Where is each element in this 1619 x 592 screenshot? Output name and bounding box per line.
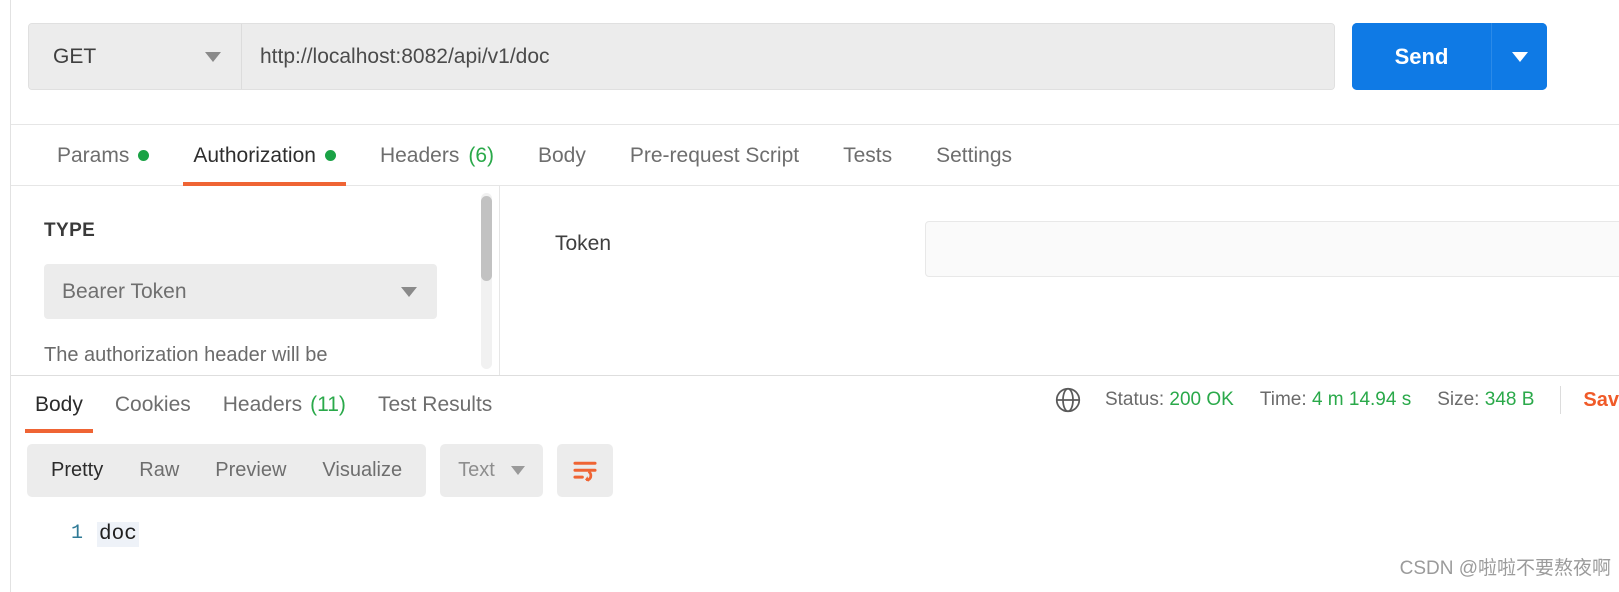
view-mode-pretty[interactable]: Pretty	[33, 444, 121, 497]
url-group: GET http://localhost:8082/api/v1/doc	[28, 23, 1335, 90]
response-body-code[interactable]: 1 doc	[11, 516, 1619, 592]
save-response-button[interactable]: Sav	[1583, 389, 1619, 412]
tab-label: Body	[538, 143, 586, 167]
token-label: Token	[555, 232, 612, 255]
http-method-select[interactable]: GET	[29, 24, 242, 89]
tab-pre-request-script[interactable]: Pre-request Script	[608, 125, 821, 186]
time-badge[interactable]: Time: 4 m 14.94 s	[1260, 389, 1411, 411]
wrap-text-icon	[573, 461, 597, 482]
auth-type-value: Bearer Token	[62, 279, 187, 303]
url-input[interactable]: http://localhost:8082/api/v1/doc	[242, 24, 1334, 89]
left-gutter	[0, 0, 11, 592]
postman-window: GET http://localhost:8082/api/v1/doc Sen…	[0, 0, 1619, 592]
tab-settings[interactable]: Settings	[914, 125, 1034, 186]
divider	[1560, 386, 1562, 414]
code-line-text: doc	[97, 522, 139, 547]
tab-label: Cookies	[114, 392, 191, 416]
tab-count: (6)	[468, 143, 494, 167]
response-body-toolbar: Pretty Raw Preview Visualize Text	[27, 444, 613, 497]
response-tab-cookies[interactable]: Cookies	[99, 376, 207, 433]
size-badge[interactable]: Size: 348 B	[1437, 389, 1534, 411]
authorization-panel: TYPE Bearer Token The authorization head…	[11, 186, 1619, 375]
tab-params[interactable]: Params	[35, 125, 171, 186]
tab-label: Body	[35, 392, 83, 416]
main-column: GET http://localhost:8082/api/v1/doc Sen…	[11, 0, 1619, 592]
chevron-down-icon	[205, 51, 221, 62]
auth-type-label: TYPE	[44, 220, 96, 241]
response-status-area: Status: 200 OK Time: 4 m 14.94 s Size: 3…	[1053, 385, 1619, 415]
line-number: 1	[70, 522, 83, 545]
http-method-value: GET	[53, 44, 97, 68]
chevron-down-icon	[1511, 51, 1528, 62]
response-tab-headers[interactable]: Headers (11)	[207, 376, 362, 433]
tab-label: Tests	[843, 143, 893, 167]
globe-icon[interactable]	[1053, 385, 1083, 415]
response-tabs: Body Cookies Headers (11) Test Results	[11, 376, 508, 433]
status-badge[interactable]: Status: 200 OK	[1105, 389, 1234, 411]
response-tabs-row: Body Cookies Headers (11) Test Results S…	[11, 376, 1619, 433]
modified-dot-icon	[138, 150, 150, 161]
tab-label: Settings	[936, 143, 1013, 167]
tab-headers[interactable]: Headers (6)	[358, 125, 516, 186]
view-mode-raw[interactable]: Raw	[121, 444, 197, 497]
response-panel: Body Cookies Headers (11) Test Results S…	[11, 375, 1619, 592]
body-format-value: Text	[458, 459, 495, 481]
status-value: 200 OK	[1169, 389, 1234, 410]
send-group: Send	[1352, 23, 1547, 90]
send-options-button[interactable]	[1492, 23, 1547, 90]
wrap-text-button[interactable]	[556, 444, 613, 497]
view-mode-visualize[interactable]: Visualize	[304, 444, 420, 497]
size-label: Size:	[1437, 389, 1480, 410]
auth-type-select[interactable]: Bearer Token	[44, 264, 437, 319]
status-label: Status:	[1104, 389, 1165, 410]
tab-body[interactable]: Body	[516, 125, 608, 186]
time-label: Time:	[1259, 389, 1307, 410]
tab-tests[interactable]: Tests	[821, 125, 914, 186]
token-input[interactable]	[925, 221, 1619, 277]
body-format-select[interactable]: Text	[440, 444, 543, 497]
tab-label: Headers	[222, 392, 303, 416]
tab-label: Headers	[379, 143, 460, 167]
modified-dot-icon	[324, 150, 336, 161]
view-mode-preview[interactable]: Preview	[197, 444, 304, 497]
request-tabs: Params Authorization Headers (6) Body Pr…	[11, 125, 1619, 186]
request-bar: GET http://localhost:8082/api/v1/doc Sen…	[11, 0, 1619, 125]
tab-label: Authorization	[193, 143, 316, 167]
tab-count: (11)	[310, 392, 346, 416]
tab-label: Pre-request Script	[629, 143, 800, 167]
code-line[interactable]: doc	[97, 516, 1619, 592]
chevron-down-icon	[510, 466, 525, 475]
tab-authorization[interactable]: Authorization	[171, 125, 358, 186]
auth-panel-scrollbar[interactable]	[481, 193, 492, 369]
scrollbar-thumb[interactable]	[481, 196, 492, 281]
auth-fields-column: Token	[500, 186, 1619, 375]
response-tab-test-results[interactable]: Test Results	[362, 376, 508, 433]
chevron-down-icon	[401, 286, 417, 297]
size-value: 348 B	[1484, 389, 1535, 410]
tab-label: Params	[57, 143, 130, 167]
tab-label: Test Results	[377, 392, 493, 416]
auth-type-column: TYPE Bearer Token The authorization head…	[11, 186, 500, 375]
time-value: 4 m 14.94 s	[1311, 389, 1412, 410]
response-tab-body[interactable]: Body	[19, 376, 99, 433]
auth-help-text: The authorization header will be	[44, 344, 328, 366]
view-mode-group: Pretty Raw Preview Visualize	[27, 444, 427, 497]
send-button[interactable]: Send	[1352, 23, 1492, 90]
